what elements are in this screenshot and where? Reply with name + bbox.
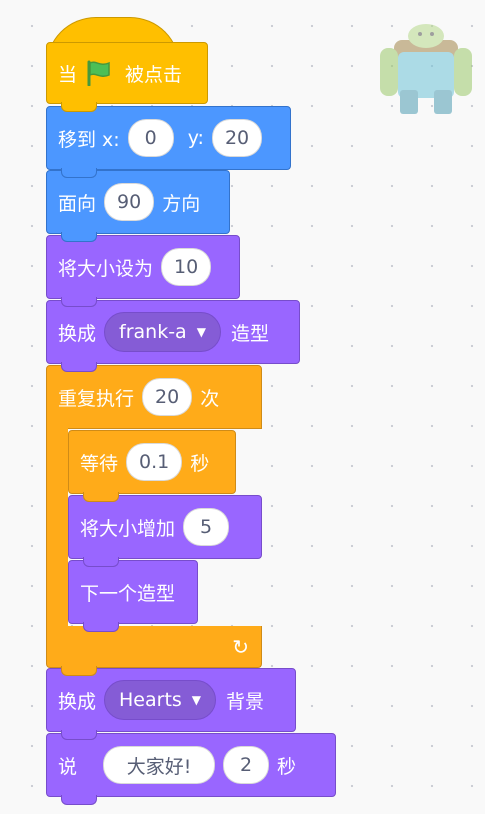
say-message-input[interactable]: 大家好! [103,746,216,784]
repeat-block-arm [46,425,68,630]
repeat-block-bottom: ↻ [46,626,262,676]
y-input[interactable]: 20 [211,119,263,157]
dropdown-caret-icon: ▼ [196,325,206,339]
wait-block[interactable]: 等待 0.1 秒 [68,430,236,502]
backdrop-value: Hearts [119,689,182,711]
clicked-label: 被点击 [125,63,183,86]
costume-dropdown[interactable]: frank-a ▼ [104,312,221,352]
say-label: 说 [58,755,78,778]
switch-backdrop-block[interactable]: 换成 Hearts ▼ 背景 [46,668,296,740]
wait-label: 等待 [80,452,119,475]
direction-input[interactable]: 90 [104,183,155,221]
sprite-thumbnail [380,24,472,114]
change-size-label: 将大小增加 [80,517,176,540]
backdrop-suffix: 背景 [226,690,265,713]
say-seconds-input[interactable]: 2 [223,746,270,784]
x-input[interactable]: 0 [127,119,174,157]
size-input[interactable]: 10 [161,248,212,286]
backdrop-dropdown[interactable]: Hearts ▼ [104,680,217,720]
goto-xy-block[interactable]: 移到 x: 0 y: 20 [46,106,291,178]
change-size-input[interactable]: 5 [183,508,230,546]
backdrop-switch-label: 换成 [58,690,97,713]
when-label: 当 [58,63,78,86]
switch-label: 换成 [58,322,97,345]
costume-suffix: 造型 [230,322,269,345]
say-for-secs-block[interactable]: 说 大家好! 2 秒 [46,733,336,805]
next-costume-label: 下一个造型 [80,582,176,605]
next-costume-block[interactable]: 下一个造型 [68,560,198,632]
costume-value: frank-a [119,321,187,343]
set-size-label: 将大小设为 [58,257,154,280]
repeat-block[interactable]: 重复执行 20 次 [46,365,262,429]
say-suffix: 秒 [277,755,297,778]
loop-arrow-icon: ↻ [232,635,249,659]
wait-seconds-input[interactable]: 0.1 [126,443,183,481]
y-label: y: [187,127,204,149]
set-size-block[interactable]: 将大小设为 10 [46,235,240,307]
when-flag-clicked-block[interactable]: 当 被点击 [46,42,208,112]
repeat-suffix: 次 [200,387,220,410]
point-label: 面向 [58,192,97,215]
direction-suffix: 方向 [162,192,201,215]
point-direction-block[interactable]: 面向 90 方向 [46,170,230,242]
switch-costume-block[interactable]: 换成 frank-a ▼ 造型 [46,300,300,372]
goto-label: 移到 x: [58,128,120,151]
repeat-label: 重复执行 [58,387,135,410]
dropdown-caret-icon: ▼ [191,693,202,707]
change-size-block[interactable]: 将大小增加 5 [68,495,262,567]
wait-suffix: 秒 [190,452,210,475]
green-flag-icon [85,60,113,86]
repeat-count-input[interactable]: 20 [142,378,193,416]
